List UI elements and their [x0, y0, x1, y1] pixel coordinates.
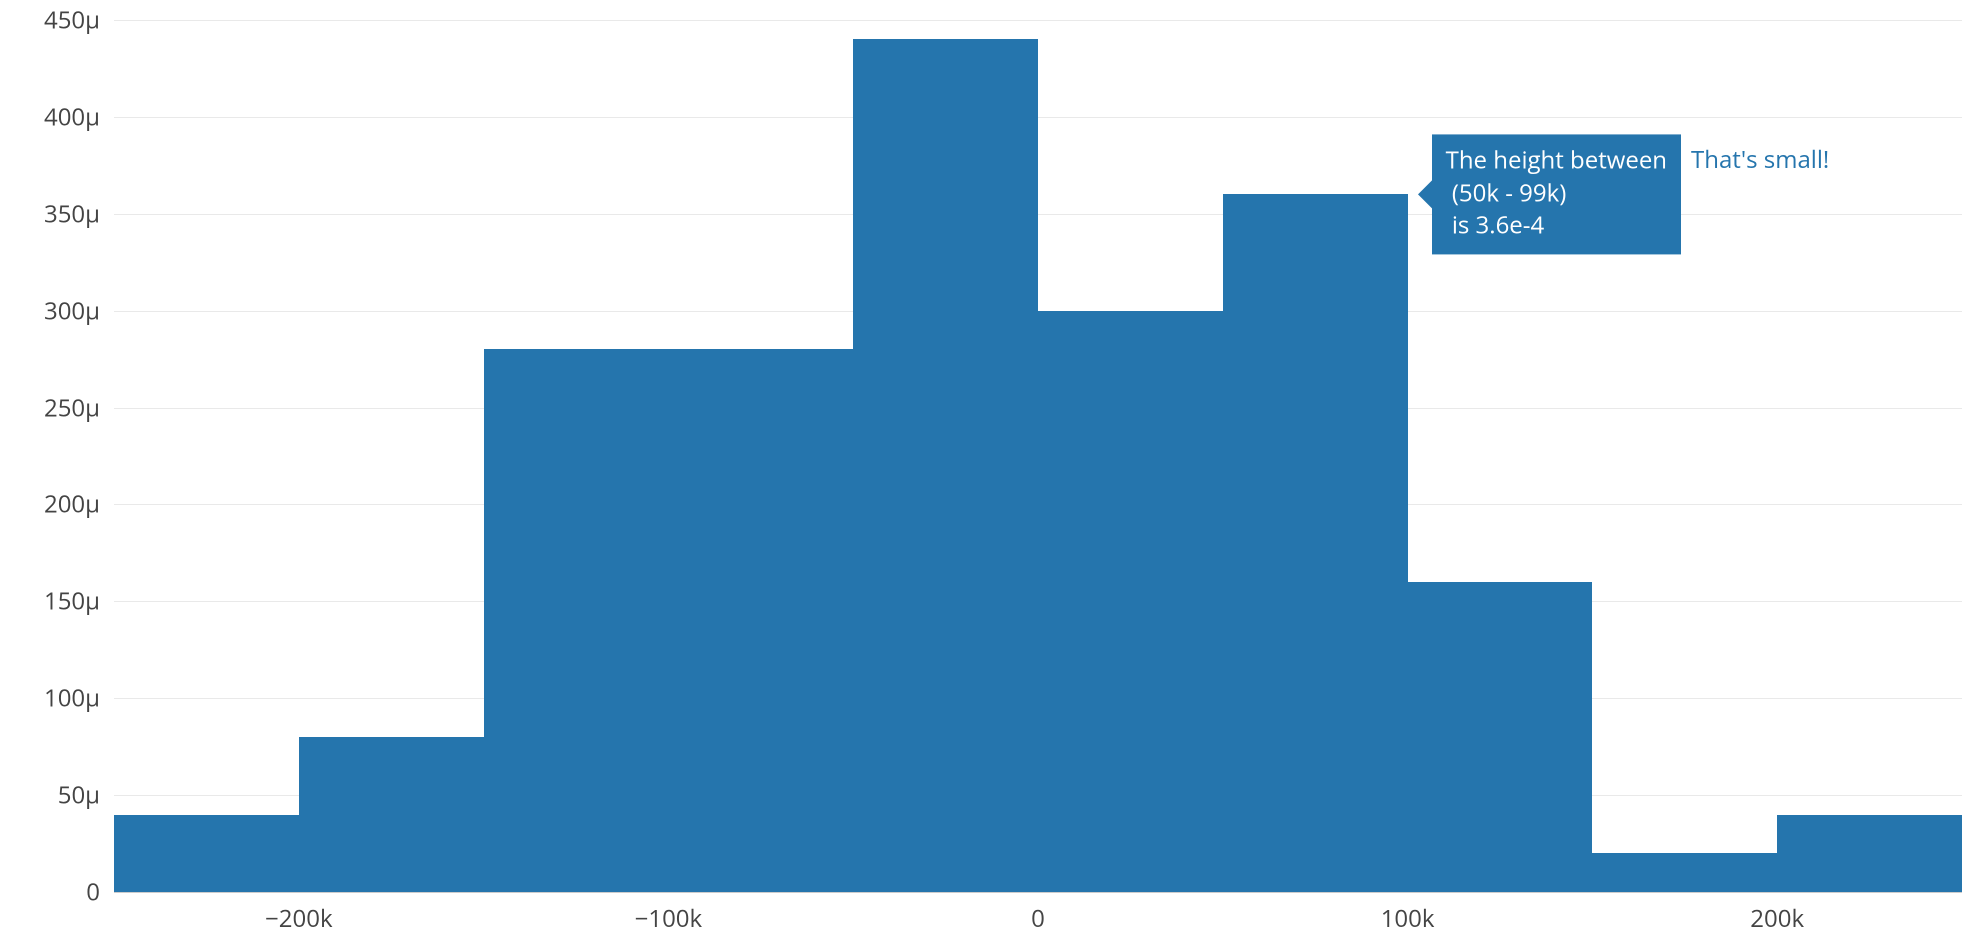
plot-area[interactable]: 050μ100μ150μ200μ250μ300μ350μ400μ450μ−200… [114, 20, 1962, 892]
y-axis-tick-label: 150μ [44, 585, 100, 618]
y-axis-tick-label: 0 [86, 876, 100, 909]
y-axis-tick-label: 400μ [44, 100, 100, 133]
histogram-bar[interactable] [1777, 815, 1962, 893]
gridline [114, 117, 1962, 118]
x-axis-tick-label: −200k [265, 902, 333, 935]
histogram-bar[interactable] [853, 39, 1038, 892]
histogram-chart: 0 50μ 100μ 150μ 200μ 250μ 300μ 350μ 400μ 450μ −200… [0, 0, 1962, 938]
y-axis-tick-label: 350μ [44, 197, 100, 230]
tooltip-callout: The height between (50k - 99k) is 3.6e-4 [1432, 135, 1681, 254]
gridline [114, 214, 1962, 215]
histogram-bar[interactable] [1038, 311, 1223, 892]
x-axis-tick-label: 200k [1750, 902, 1804, 935]
y-axis-tick-label: 250μ [44, 391, 100, 424]
x-axis-tick-label: 100k [1381, 902, 1435, 935]
x-axis-tick-label: 0 [1031, 902, 1045, 935]
histogram-bar[interactable] [668, 349, 853, 892]
y-axis-tick-label: 300μ [44, 294, 100, 327]
histogram-bar[interactable] [114, 815, 299, 893]
histogram-bar[interactable] [299, 737, 484, 892]
y-axis-tick-label: 200μ [44, 488, 100, 521]
y-axis-tick-label: 100μ [44, 682, 100, 715]
annotation-note: That's small! [1691, 143, 1829, 176]
histogram-bar[interactable] [1408, 582, 1593, 892]
y-axis-tick-label: 450μ [44, 4, 100, 37]
baseline [114, 892, 1962, 893]
histogram-bar[interactable] [1223, 194, 1408, 892]
histogram-bar[interactable] [1592, 853, 1777, 892]
tooltip-arrow-icon [1418, 180, 1432, 208]
y-axis-tick-label: 50μ [58, 779, 100, 812]
histogram-bar[interactable] [484, 349, 669, 892]
x-axis-tick-label: −100k [635, 902, 703, 935]
gridline [114, 20, 1962, 21]
